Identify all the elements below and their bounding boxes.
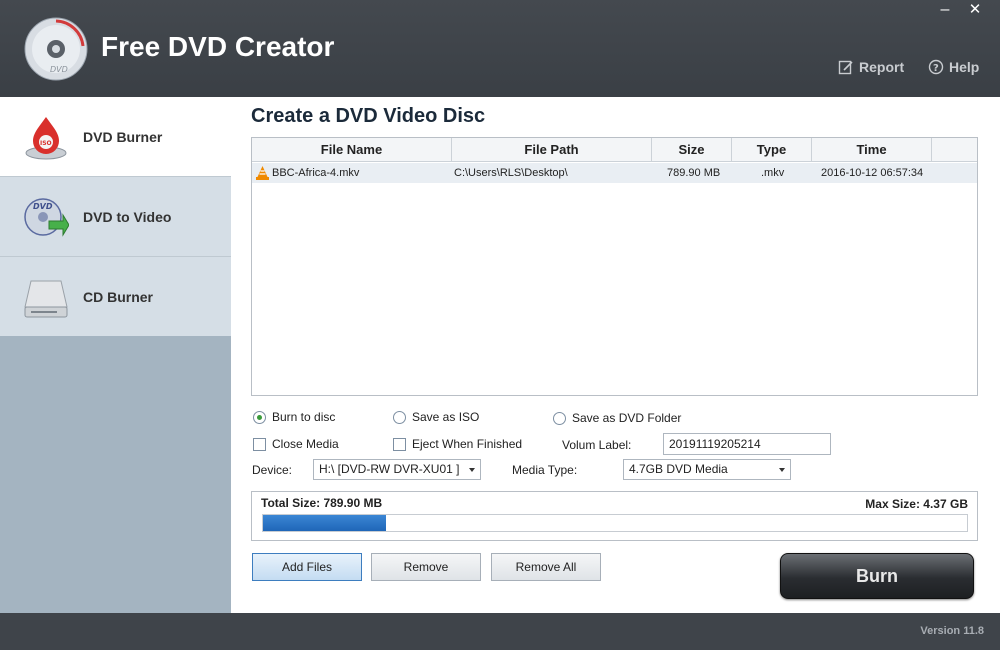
- dvd-logo-icon: DVD: [24, 17, 88, 81]
- add-files-button[interactable]: Add Files: [252, 553, 362, 581]
- cell-type: .mkv: [761, 167, 785, 179]
- disc-usage-progress-fill: [263, 515, 387, 531]
- dvd-to-video-icon: DVD: [24, 198, 69, 237]
- burn-button[interactable]: Burn: [780, 553, 974, 599]
- volum-label-text: Volum Label:: [562, 438, 632, 452]
- report-link[interactable]: Report: [838, 59, 904, 75]
- close-media-label: Close Media: [272, 437, 339, 451]
- chevron-down-icon: [469, 468, 475, 472]
- media-type-select[interactable]: 4.7GB DVD Media: [623, 459, 791, 480]
- sidebar-item-dvd-burner[interactable]: ISO DVD Burner: [0, 97, 231, 177]
- file-table[interactable]: File Name File Path Size Type Time BBC-A…: [251, 137, 978, 396]
- app-header: DVD Free DVD Creator – ✕ Report ? Help: [0, 0, 1000, 97]
- close-button[interactable]: ✕: [960, 0, 990, 22]
- media-type-select-value: 4.7GB DVD Media: [629, 462, 728, 476]
- column-header-file-name[interactable]: File Name: [252, 138, 452, 162]
- column-header-size[interactable]: Size: [652, 138, 732, 162]
- cell-file-name: BBC-Africa-4.mkv: [272, 167, 360, 179]
- media-type-text: Media Type:: [512, 463, 578, 477]
- cd-burner-icon: [24, 280, 68, 318]
- sidebar-item-label: DVD to Video: [83, 209, 172, 225]
- svg-text:?: ?: [933, 63, 939, 74]
- column-header-time[interactable]: Time: [812, 138, 932, 162]
- help-icon: ?: [928, 59, 944, 75]
- disc-usage-progress: [262, 514, 968, 532]
- sidebar: ISO DVD Burner DVD DVD to Video CD Burne…: [0, 97, 231, 613]
- burn-to-disc-radio[interactable]: Burn to disc: [253, 410, 335, 424]
- disc-size-panel: Total Size: 789.90 MB Max Size: 4.37 GB: [251, 491, 978, 541]
- device-select[interactable]: H:\ [DVD-RW DVR-XU01 ]: [313, 459, 481, 480]
- sidebar-item-label: DVD Burner: [83, 129, 163, 145]
- svg-text:DVD: DVD: [33, 202, 53, 211]
- save-as-iso-label: Save as ISO: [412, 410, 480, 424]
- main-panel: Create a DVD Video Disc File Name File P…: [231, 97, 1000, 613]
- column-header-type[interactable]: Type: [732, 138, 812, 162]
- cell-file-path: C:\Users\RLS\Desktop\: [454, 167, 568, 179]
- sidebar-item-cd-burner[interactable]: CD Burner: [0, 257, 231, 337]
- minimize-button[interactable]: –: [930, 0, 960, 22]
- svg-text:ISO: ISO: [40, 140, 52, 147]
- eject-when-finished-label: Eject When Finished: [412, 437, 523, 451]
- report-icon: [838, 60, 853, 75]
- radio-indicator[interactable]: [393, 410, 406, 424]
- save-as-iso-radio[interactable]: Save as ISO: [393, 410, 479, 424]
- close-media-checkbox[interactable]: Close Media: [253, 437, 339, 451]
- sidebar-item-label: CD Burner: [83, 289, 154, 305]
- radio-indicator[interactable]: [553, 411, 566, 425]
- column-header-file-path[interactable]: File Path: [452, 138, 652, 162]
- cell-time: 2016-10-12 06:57:34: [821, 167, 924, 179]
- report-label: Report: [859, 59, 905, 75]
- max-size-label: Max Size: 4.37 GB: [865, 497, 968, 511]
- dvd-burner-icon: ISO: [25, 117, 67, 160]
- vlc-file-icon: [256, 166, 269, 180]
- device-text: Device:: [252, 463, 293, 477]
- help-link[interactable]: ? Help: [928, 59, 979, 75]
- remove-button[interactable]: Remove: [371, 553, 481, 581]
- page-title: Create a DVD Video Disc: [251, 105, 486, 127]
- eject-when-finished-checkbox[interactable]: Eject When Finished: [393, 437, 522, 451]
- save-as-dvd-folder-label: Save as DVD Folder: [572, 411, 682, 425]
- app-title: Free DVD Creator: [101, 31, 335, 62]
- status-footer: Version 11.8: [0, 613, 1000, 650]
- version-label: Version 11.8: [920, 625, 984, 637]
- checkbox-indicator[interactable]: [393, 437, 406, 451]
- device-select-value: H:\ [DVD-RW DVR-XU01 ]: [319, 462, 460, 476]
- volum-label-input[interactable]: 20191119205214: [663, 433, 831, 455]
- save-as-dvd-folder-radio[interactable]: Save as DVD Folder: [553, 411, 681, 425]
- total-size-label: Total Size: 789.90 MB: [261, 496, 383, 510]
- sidebar-filler: [0, 336, 231, 613]
- sidebar-item-dvd-to-video[interactable]: DVD DVD to Video: [0, 177, 231, 257]
- svg-text:DVD: DVD: [50, 65, 68, 74]
- radio-indicator[interactable]: [253, 410, 266, 424]
- help-label: Help: [949, 59, 980, 75]
- table-header: File Name File Path Size Type Time: [252, 138, 977, 162]
- burn-to-disc-label: Burn to disc: [272, 410, 336, 424]
- cell-size: 789.90 MB: [667, 167, 721, 179]
- table-row[interactable]: BBC-Africa-4.mkv C:\Users\RLS\Desktop\ 7…: [252, 163, 977, 183]
- chevron-down-icon: [779, 468, 785, 472]
- checkbox-indicator[interactable]: [253, 437, 266, 451]
- remove-all-button[interactable]: Remove All: [491, 553, 601, 581]
